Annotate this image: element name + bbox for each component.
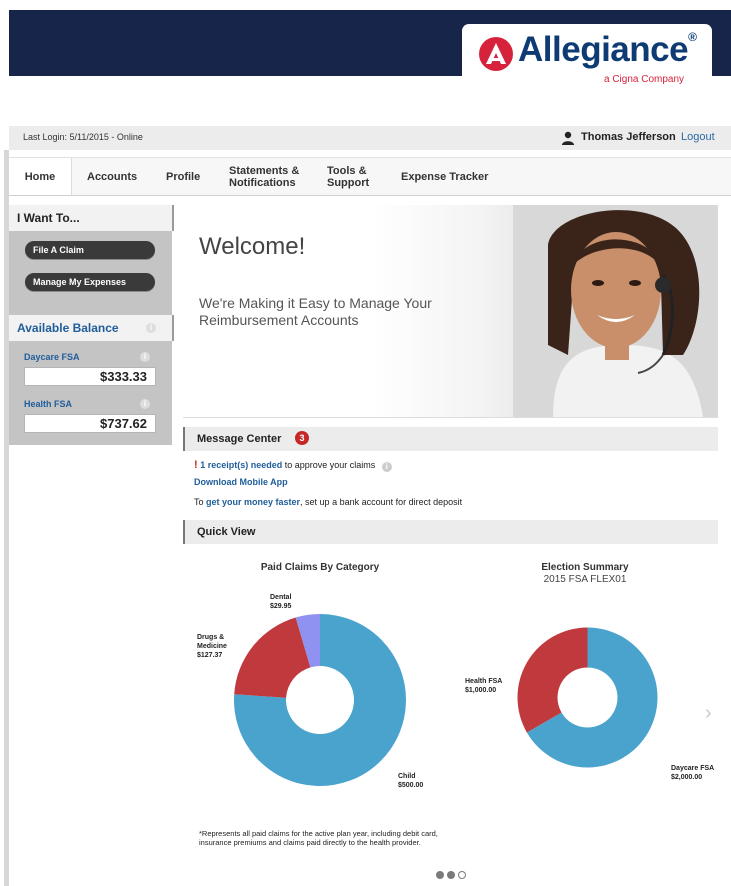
balance-label-health: Health FSA bbox=[24, 399, 73, 409]
receipts-needed-link[interactable]: 1 receipt(s) needed bbox=[200, 460, 282, 470]
hero-title: Welcome! bbox=[199, 233, 306, 260]
brand-name: Allegiance® bbox=[518, 30, 697, 69]
pagination-dot[interactable] bbox=[436, 871, 444, 879]
chart-subtitle-election: 2015 FSA FLEX01 bbox=[543, 574, 627, 585]
left-frame bbox=[0, 0, 9, 886]
brand-logo[interactable]: Allegiance® a Cigna Company bbox=[462, 24, 712, 100]
message-center-header: Message Center 3 bbox=[183, 427, 718, 451]
election-summary-donut-chart bbox=[517, 627, 658, 768]
chart-footnote: *Represents all paid claims for the acti… bbox=[199, 829, 438, 847]
hero-subtitle: We're Making it Easy to Manage Your Reim… bbox=[199, 295, 432, 328]
label-health-fsa: Health FSA $1,000.00 bbox=[465, 678, 503, 694]
nav-accounts[interactable]: Accounts bbox=[87, 158, 137, 195]
info-icon[interactable]: i bbox=[140, 399, 150, 409]
nav-expense-tracker[interactable]: Expense Tracker bbox=[401, 158, 488, 195]
slice-health-fsa[interactable] bbox=[517, 627, 588, 733]
welcome-banner: Welcome! We're Making it Easy to Manage … bbox=[183, 205, 718, 418]
user-name: Thomas Jefferson bbox=[581, 131, 676, 143]
nav-home[interactable]: Home bbox=[9, 158, 72, 195]
quick-view-header: Quick View bbox=[183, 520, 718, 544]
info-icon[interactable]: i bbox=[146, 323, 156, 333]
balance-header: Available Balance i bbox=[9, 315, 174, 341]
chart-title-election: Election Summary bbox=[541, 562, 629, 573]
label-daycare-fsa: Daycare FSA $2,000.00 bbox=[671, 765, 715, 781]
carousel-pagination bbox=[436, 866, 476, 879]
balance-value-daycare: $333.33 bbox=[24, 367, 156, 386]
support-agent-photo bbox=[513, 205, 718, 417]
paid-claims-donut-chart bbox=[234, 614, 406, 786]
nav-profile[interactable]: Profile bbox=[166, 158, 200, 195]
message-direct-deposit: To get your money faster, set up a bank … bbox=[194, 497, 463, 507]
logout-link[interactable]: Logout bbox=[681, 131, 715, 143]
sidebar: I Want To... File A Claim Manage My Expe… bbox=[9, 205, 174, 445]
last-login-text: Last Login: 5/11/2015 - Online bbox=[23, 132, 143, 142]
user-icon bbox=[562, 131, 574, 145]
message-mobile-app: Download Mobile App bbox=[194, 477, 288, 487]
nav-tools[interactable]: Tools & Support bbox=[327, 158, 377, 195]
pagination-dot[interactable] bbox=[447, 871, 455, 879]
manage-expenses-button[interactable]: Manage My Expenses bbox=[25, 273, 155, 291]
label-child: Child $500.00 bbox=[398, 773, 424, 789]
label-dental: Dental $29.95 bbox=[270, 594, 292, 610]
message-receipts: ! 1 receipt(s) needed to approve your cl… bbox=[194, 459, 392, 472]
info-icon[interactable]: i bbox=[381, 462, 392, 472]
file-claim-button[interactable]: File A Claim bbox=[25, 241, 155, 259]
pagination-dot[interactable] bbox=[458, 871, 466, 879]
download-mobile-app-link[interactable]: Download Mobile App bbox=[194, 477, 288, 487]
nav-statements[interactable]: Statements & Notifications bbox=[229, 158, 304, 195]
brand-subtitle: a Cigna Company bbox=[604, 74, 685, 85]
get-money-faster-link[interactable]: get your money faster bbox=[206, 497, 300, 507]
balance-value-health: $737.62 bbox=[24, 414, 156, 433]
balance-label-daycare: Daycare FSA bbox=[24, 352, 80, 362]
chart-title-paid-claims: Paid Claims By Category bbox=[260, 562, 380, 573]
allegiance-logo-icon bbox=[479, 37, 513, 71]
info-icon[interactable]: i bbox=[140, 352, 150, 362]
login-bar: Last Login: 5/11/2015 - Online Thomas Je… bbox=[9, 126, 731, 150]
label-drugs: Drugs & Medicine $127.37 bbox=[197, 634, 227, 659]
iwant-header: I Want To... bbox=[9, 205, 174, 231]
carousel-next-icon[interactable]: › bbox=[705, 702, 712, 725]
main-nav: Home Accounts Profile Statements & Notif… bbox=[9, 157, 731, 196]
message-count-badge: 3 bbox=[295, 431, 309, 445]
